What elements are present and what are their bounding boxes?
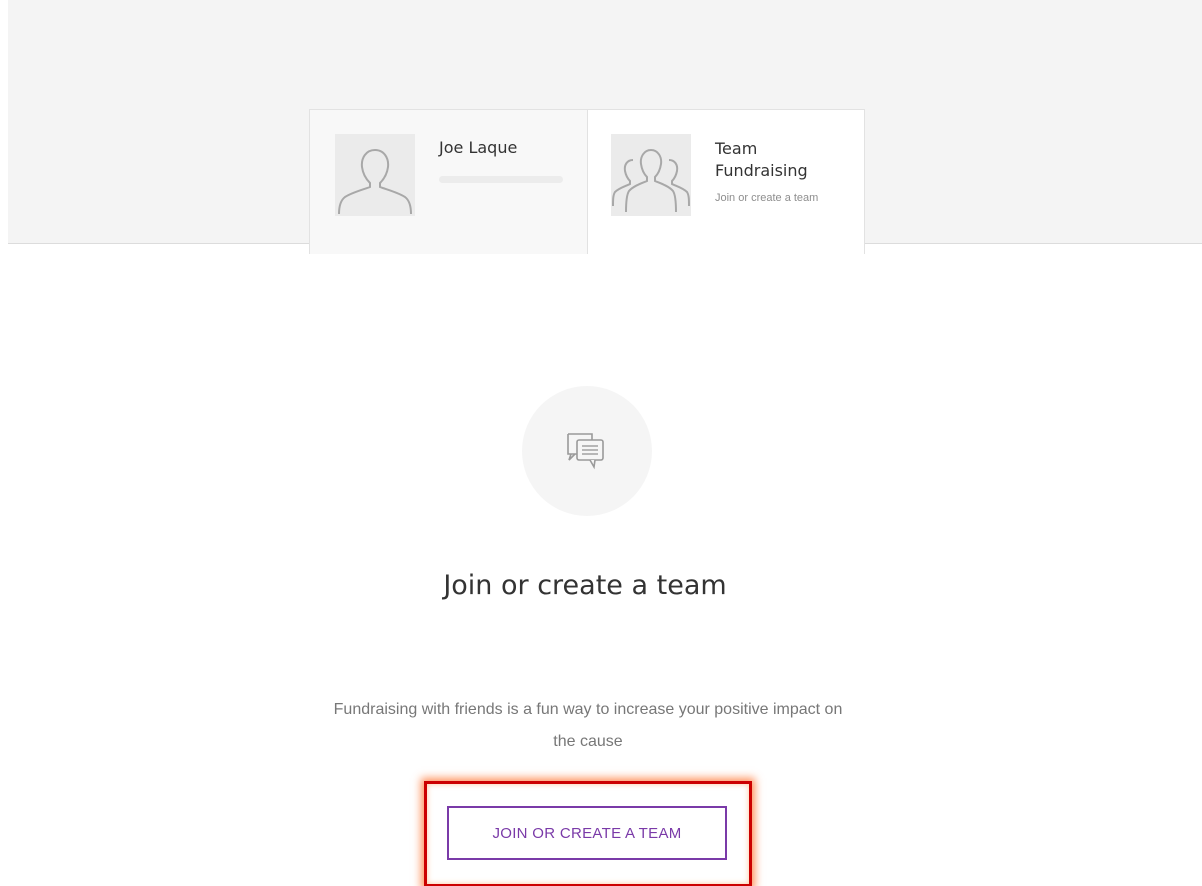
tab-personal-page[interactable]: Joe Laque — [309, 109, 587, 254]
tab-team-fundraising[interactable]: Team Fundraising Join or create a team — [587, 109, 865, 254]
fundraiser-name: Joe Laque — [439, 138, 518, 157]
progress-bar — [439, 176, 563, 183]
join-or-create-team-button[interactable]: JOIN OR CREATE A TEAM — [447, 806, 727, 860]
page: Joe Laque Team Fundraising Join or creat… — [0, 0, 1202, 886]
profile-tabs: Joe Laque Team Fundraising Join or creat… — [309, 109, 865, 254]
person-icon — [338, 149, 412, 215]
team-avatar — [611, 134, 691, 216]
team-tab-subtitle: Join or create a team — [715, 192, 819, 204]
description-text: Fundraising with friends is a fun way to… — [333, 701, 843, 750]
group-icon — [612, 149, 690, 213]
avatar — [335, 134, 415, 216]
page-heading: Join or create a team — [443, 570, 727, 601]
chat-icon-circle — [522, 386, 652, 516]
chat-bubbles-icon — [567, 433, 604, 470]
team-tab-title: Team Fundraising — [715, 139, 808, 180]
